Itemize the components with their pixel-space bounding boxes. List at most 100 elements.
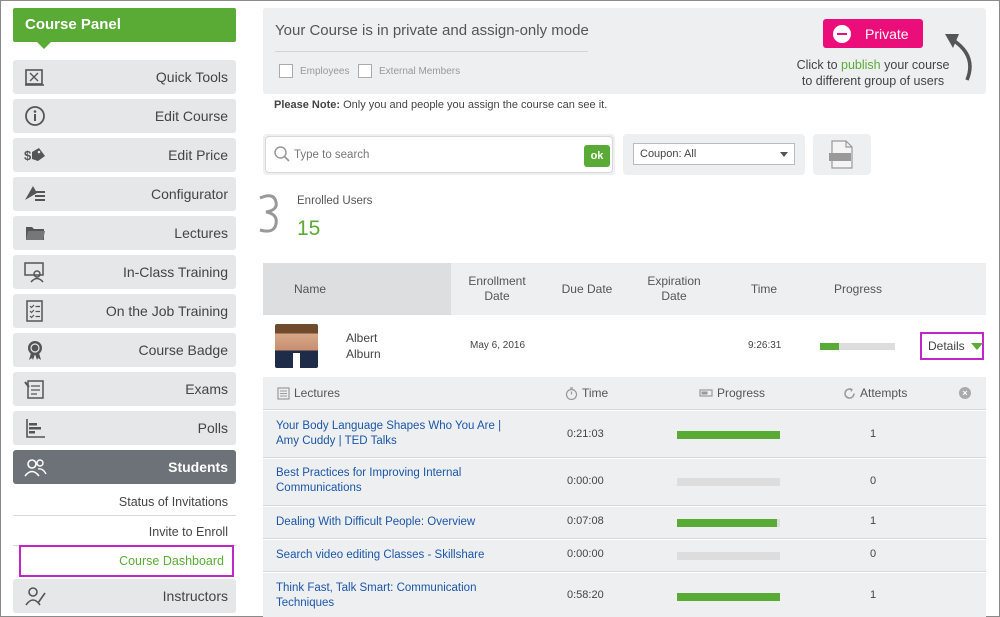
column-header-time[interactable]: Time: [733, 263, 795, 315]
table-row: Best Practices for Improving Internal Co…: [263, 459, 986, 506]
sidebar-item-label: Edit Course: [154, 108, 228, 124]
sidebar-item-on-the-job-training[interactable]: On the Job Training: [13, 294, 236, 328]
search-input[interactable]: [294, 146, 544, 164]
user-last-name: Alburn: [346, 347, 381, 361]
lecture-title-link[interactable]: Your Body Language Shapes Who You Are | …: [276, 419, 506, 449]
sidebar-item-configurator[interactable]: Configurator: [13, 177, 236, 211]
privacy-status-title: Your Course is in private and assign-onl…: [275, 22, 589, 39]
sidebar-item-in-class-training[interactable]: In-Class Training: [13, 255, 236, 289]
triangle-down-icon: [970, 342, 983, 350]
sidebar-item-label: Instructors: [162, 588, 228, 604]
progress-bar-fill: [820, 343, 839, 350]
coupon-select-value: Coupon: All: [640, 148, 697, 160]
enrolled-users-count: 15: [297, 217, 321, 240]
curved-arrow-icon: [945, 34, 972, 81]
sidebar-item-label: Lectures: [174, 225, 228, 241]
sidebar-item-polls[interactable]: Polls: [13, 411, 236, 445]
sidebar-item-label: Exams: [185, 381, 228, 397]
enrolled-users-icon: [259, 194, 278, 233]
column-header-name[interactable]: Name: [263, 263, 451, 315]
lecture-title-link[interactable]: Dealing With Difficult People: Overview: [276, 515, 506, 530]
search-icon: [274, 146, 290, 162]
column-header-expiration-date[interactable]: Expiration Date: [639, 263, 709, 315]
sidebar-item-label: Quick Tools: [155, 69, 228, 85]
column-header-enrollment-date[interactable]: Enrollment Date: [459, 263, 535, 315]
course-panel-title: Course Panel: [13, 8, 236, 49]
search-container: ok: [263, 134, 615, 175]
sidebar-item-edit-course[interactable]: Edit Course: [13, 99, 236, 133]
details-button[interactable]: Details: [920, 332, 984, 360]
svg-text:$: $: [24, 148, 32, 163]
quick-tools-icon: [23, 66, 47, 88]
sidebar-item-edit-price[interactable]: $ Edit Price: [13, 138, 236, 172]
sidebar-item-course-badge[interactable]: Course Badge: [13, 333, 236, 367]
checkbox-box[interactable]: [279, 64, 293, 78]
sidebar-item-students[interactable]: Students: [13, 450, 236, 484]
note-text: Only you and people you assign the cours…: [340, 99, 608, 111]
minus-circle-icon: [833, 24, 851, 43]
external-members-checkbox[interactable]: External Members: [358, 64, 460, 78]
private-button-label: Private: [865, 25, 909, 42]
table-row: Search video editing Classes - Skillshar…: [263, 540, 986, 572]
stopwatch-icon: [565, 386, 578, 400]
coupon-select[interactable]: Coupon: All: [633, 143, 795, 165]
lecture-attempts: 1: [869, 589, 877, 601]
lecture-title-link[interactable]: Search video editing Classes - Skillshar…: [276, 548, 506, 563]
sidebar-item-label: Edit Price: [168, 147, 228, 163]
students-icon: [23, 456, 47, 478]
progress-bar-fill: [677, 519, 777, 527]
attempts-header-label: Attempts: [860, 386, 908, 400]
lecture-time: 0:58:20: [567, 589, 604, 601]
lecture-attempts: 0: [869, 548, 877, 560]
table-row: Dealing With Difficult People: Overview …: [263, 507, 986, 539]
excel-file-icon: [829, 140, 853, 169]
sidebar-subitem-course-dashboard[interactable]: Course Dashboard: [19, 545, 234, 577]
sidebar-item-lectures[interactable]: Lectures: [13, 216, 236, 250]
lecture-time: 0:00:00: [567, 475, 604, 487]
publish-link[interactable]: publish: [841, 58, 881, 72]
badge-icon: [23, 339, 47, 361]
lecture-time: 0:00:00: [567, 548, 604, 560]
progress-bar: [677, 519, 780, 527]
info-icon: [23, 105, 47, 127]
column-header-due-date[interactable]: Due Date: [553, 263, 621, 315]
progress-bar: [677, 431, 780, 439]
sidebar-item-instructors[interactable]: Instructors: [13, 579, 236, 613]
instructor-icon: [23, 585, 47, 607]
progress-bar: [677, 552, 780, 560]
search-ok-button[interactable]: ok: [584, 145, 610, 167]
lecture-title-link[interactable]: Think Fast, Talk Smart: Communication Te…: [276, 581, 506, 611]
close-icon[interactable]: ×: [959, 387, 971, 399]
lecture-attempts: 1: [869, 515, 877, 527]
divider: [275, 51, 588, 52]
progress-header-label: Progress: [717, 386, 766, 400]
lecture-time: 0:21:03: [567, 428, 604, 440]
configurator-icon: [23, 183, 47, 205]
enrolled-users-label: Enrolled Users: [297, 195, 373, 207]
private-button[interactable]: Private: [823, 19, 923, 48]
lectures-header-label: Lectures: [294, 386, 341, 400]
sidebar-item-quick-tools[interactable]: Quick Tools: [13, 60, 236, 94]
sidebar-subitem-invite-to-enroll[interactable]: Invite to Enroll: [13, 518, 236, 546]
time-spent: 9:26:31: [748, 340, 782, 351]
sidebar-subitem-status-of-invitations[interactable]: Status of Invitations: [13, 488, 236, 516]
sidebar-item-label: In-Class Training: [122, 264, 228, 280]
progress-bar: [677, 593, 780, 601]
lecture-title-link[interactable]: Best Practices for Improving Internal Co…: [276, 466, 506, 496]
sidebar-item-exams[interactable]: Exams: [13, 372, 236, 406]
column-header-progress[interactable]: Progress: [823, 263, 893, 315]
user-first-name: Albert: [346, 331, 378, 345]
table-row: Think Fast, Talk Smart: Communication Te…: [263, 573, 986, 617]
excel-export-button[interactable]: [813, 134, 871, 175]
please-note: Please Note: Only you and people you ass…: [274, 99, 607, 111]
exam-icon: [23, 378, 47, 400]
time-header: Time: [565, 386, 608, 400]
checkbox-box[interactable]: [358, 64, 372, 78]
lecture-attempts: 1: [869, 428, 877, 440]
employees-checkbox[interactable]: Employees: [279, 64, 349, 78]
folder-icon: [23, 222, 47, 244]
note-label: Please Note:: [274, 99, 341, 111]
progress-bar: [677, 478, 780, 486]
lecture-time: 0:07:08: [567, 515, 604, 527]
price-tag-icon: $: [23, 144, 47, 166]
